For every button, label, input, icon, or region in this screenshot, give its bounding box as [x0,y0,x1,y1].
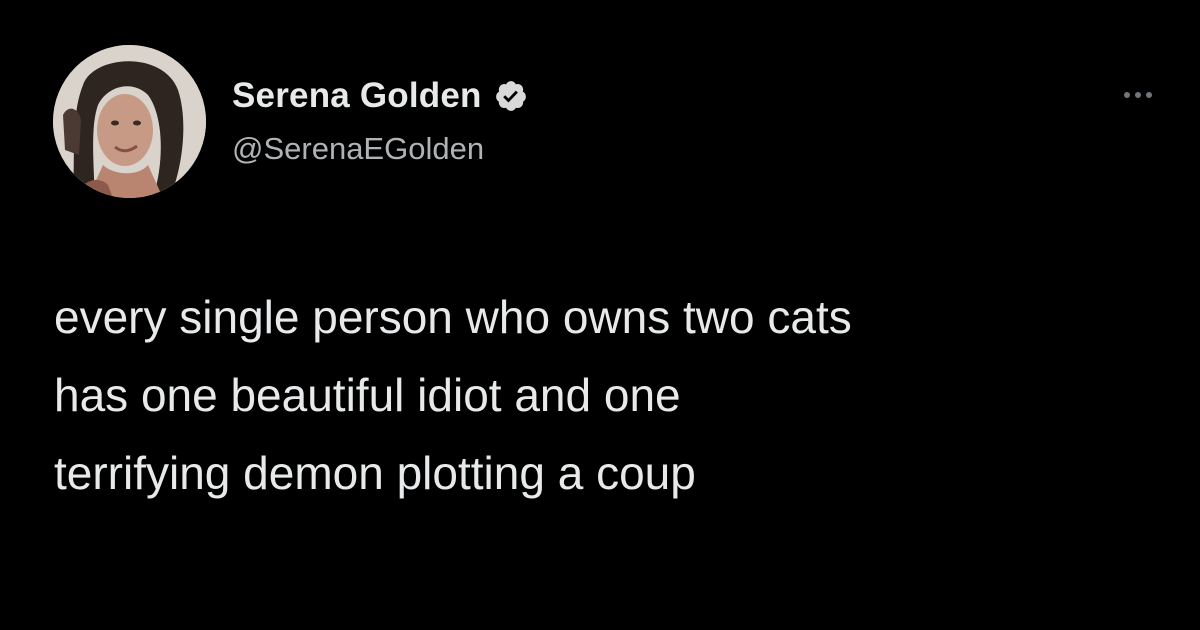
more-dot [1146,92,1152,98]
tweet-text-line: has one beautiful idiot and one [54,369,681,421]
author-handle[interactable]: @SerenaEGolden [232,131,484,167]
more-dot [1124,92,1130,98]
verified-badge-icon [494,79,528,113]
tweet-card: Serena Golden @SerenaEGolden every singl… [0,0,1200,630]
tweet-text-line: terrifying demon plotting a coup [54,447,696,499]
author-name-row: Serena Golden [232,74,528,118]
more-options-icon[interactable] [1112,80,1164,110]
tweet-body: every single person who owns two cats ha… [54,278,1164,512]
author-avatar[interactable] [53,45,206,198]
avatar-photo [53,45,206,198]
tweet-text-line: every single person who owns two cats [54,291,852,343]
more-dot [1135,92,1141,98]
author-display-name[interactable]: Serena Golden [232,76,482,116]
